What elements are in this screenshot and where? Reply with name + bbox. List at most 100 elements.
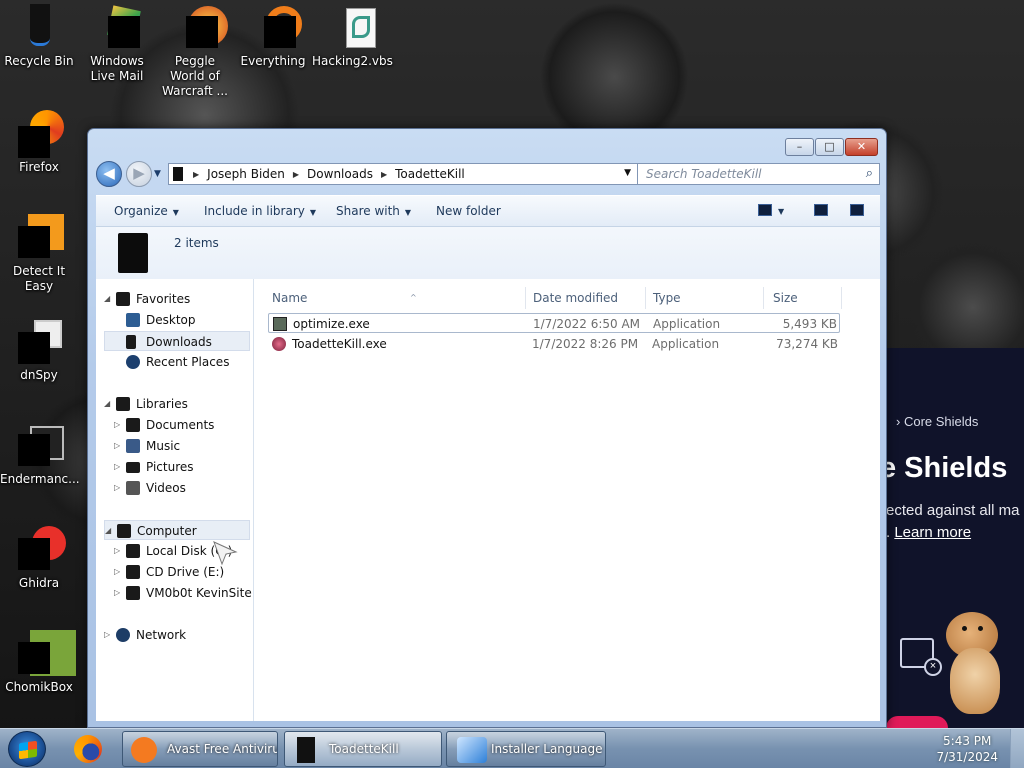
maximize-button[interactable]: □ (815, 138, 844, 156)
desktop-icon-label: Hacking2.vbs (312, 54, 393, 68)
file-row-optimize[interactable]: optimize.exe 1/7/2022 6:50 AM Applicatio… (268, 313, 840, 333)
collapsed-icon[interactable]: ▷ (114, 436, 120, 456)
include-in-library-menu[interactable]: Include in library ▼ (204, 204, 316, 218)
desktop-icon-detect-it-easy[interactable]: Detect It Easy (0, 214, 78, 294)
desktop-icon-firefox[interactable]: Firefox (0, 110, 78, 175)
recent-places-icon (126, 355, 140, 369)
new-folder-button[interactable]: New folder (436, 204, 501, 218)
search-placeholder: Search ToadetteKill (646, 167, 762, 181)
change-view-dropdown-icon[interactable]: ▼ (778, 207, 784, 216)
nav-videos[interactable]: ▷ Videos (104, 478, 250, 498)
column-header-size[interactable]: Size (773, 287, 839, 309)
desktop-icon-ghidra[interactable]: Ghidra (0, 526, 78, 591)
nav-network[interactable]: ▷ Network (104, 625, 250, 645)
nav-favorites[interactable]: ◢ Favorites (104, 289, 250, 309)
nav-computer[interactable]: ◢ Computer (104, 520, 250, 540)
nav-music[interactable]: ▷ Music (104, 436, 250, 456)
share-with-menu[interactable]: Share with ▼ (336, 204, 411, 218)
column-header-type[interactable]: Type (653, 287, 761, 309)
column-divider[interactable] (525, 287, 526, 309)
explorer-body: ◢ Favorites Desktop Downloads Recent Pla… (96, 279, 880, 721)
chevron-down-icon: ▼ (309, 208, 317, 217)
toadette-app-icon (272, 337, 286, 351)
desktop-icon-chomikbox[interactable]: ChomikBox (0, 630, 78, 695)
help-icon[interactable] (850, 204, 864, 216)
search-input[interactable]: Search ToadetteKill ⌕ (637, 163, 880, 185)
nav-documents[interactable]: ▷ Documents (104, 415, 250, 435)
breadcrumb-joseph-biden[interactable]: Joseph Biden (207, 167, 285, 181)
close-button[interactable]: ✕ (845, 138, 878, 156)
avast-breadcrumb[interactable]: › Core Shields (896, 414, 978, 429)
desktop-icon-recycle-bin[interactable]: Recycle Bin (0, 4, 78, 69)
folder-large-icon (118, 233, 148, 273)
breadcrumb-separator-icon[interactable]: ▶ (293, 170, 299, 179)
column-divider[interactable] (763, 287, 764, 309)
taskbar-item-avast[interactable]: Avast Free Antivirus (122, 731, 278, 767)
collapsed-icon[interactable]: ▷ (114, 583, 120, 603)
navigation-pane: ◢ Favorites Desktop Downloads Recent Pla… (96, 279, 254, 721)
search-icon[interactable]: ⌕ (866, 166, 873, 181)
hamster-mascot-image (942, 612, 1008, 716)
collapsed-icon[interactable]: ▷ (104, 625, 110, 645)
nav-pictures[interactable]: ▷ Pictures (104, 457, 250, 477)
preview-pane-icon[interactable] (814, 204, 828, 216)
desktop-icon-dnspy[interactable]: dnSpy (0, 318, 78, 383)
dnspy-icon (16, 318, 62, 364)
forward-button[interactable]: ▶ (126, 161, 152, 187)
taskbar-item-installer-language[interactable]: Installer Language (446, 731, 606, 767)
collapsed-icon[interactable]: ▷ (114, 478, 120, 498)
expanded-icon[interactable]: ◢ (104, 394, 110, 414)
desktop-icon-peggle[interactable]: Peggle World of Warcraft ... (156, 4, 234, 99)
taskbar-pinned-firefox[interactable] (62, 731, 116, 767)
organize-label: Organize (114, 204, 168, 218)
breadcrumb-downloads[interactable]: Downloads (307, 167, 373, 181)
file-name: optimize.exe (293, 317, 370, 331)
nav-downloads-label: Downloads (146, 335, 212, 349)
nav-recent-places[interactable]: Recent Places (104, 352, 250, 372)
collapsed-icon[interactable]: ▷ (114, 562, 120, 582)
minimize-icon: – (796, 140, 803, 153)
computer-icon (117, 524, 131, 538)
avast-learn-more-line: . Learn more (886, 524, 971, 541)
desktop-icon-hacking-vbs[interactable]: Hacking2.vbs (312, 4, 393, 69)
expanded-icon[interactable]: ◢ (104, 289, 110, 309)
nav-downloads[interactable]: Downloads (104, 331, 250, 351)
minimize-button[interactable]: – (785, 138, 814, 156)
show-desktop-button[interactable] (1010, 729, 1024, 768)
nav-desktop[interactable]: Desktop (104, 310, 250, 330)
nav-vm-share[interactable]: ▷ VM0b0t KevinSite (104, 583, 252, 603)
breadcrumb-separator-icon[interactable]: ▶ (381, 170, 387, 179)
taskbar-item-toadettekill[interactable]: ToadetteKill (284, 731, 442, 767)
collapsed-icon[interactable]: ▷ (114, 415, 120, 435)
file-row-toadettekill[interactable]: ToadetteKill.exe 1/7/2022 8:26 PM Applic… (268, 334, 840, 354)
expanded-icon[interactable]: ◢ (105, 521, 111, 541)
address-dropdown-icon[interactable]: ▼ (624, 168, 631, 178)
recent-pages-dropdown[interactable]: ▼ (154, 169, 161, 179)
column-header-name-label: Name (272, 291, 308, 305)
collapsed-icon[interactable]: ▷ (114, 457, 120, 477)
collapsed-icon[interactable]: ▷ (114, 541, 120, 561)
desktop-icon-label: Recycle Bin (4, 54, 74, 68)
column-header-date-modified[interactable]: Date modified (533, 287, 643, 309)
organize-menu[interactable]: Organize ▼ (114, 204, 179, 218)
nav-libraries-label: Libraries (136, 397, 188, 411)
back-button[interactable]: ◀ (96, 161, 122, 187)
desktop-icon-label: Detect It Easy (12, 264, 66, 293)
desktop-icon-label: Everything (240, 54, 306, 68)
breadcrumb-toadettekill[interactable]: ToadetteKill (395, 167, 465, 181)
desktop-icon-endermanch[interactable]: Endermanc... (0, 422, 80, 487)
learn-more-link[interactable]: Learn more (894, 524, 971, 541)
column-header-name[interactable]: Name ^ (272, 287, 524, 309)
desktop-icon-windows-live-mail[interactable]: Windows Live Mail (78, 4, 156, 84)
change-view-icon[interactable] (758, 204, 772, 216)
system-clock[interactable]: 5:43 PM 7/31/2024 (936, 733, 998, 765)
address-bar[interactable]: ▶ Joseph Biden ▶ Downloads ▶ ToadetteKil… (168, 163, 638, 185)
avast-description: ected against all ma (886, 502, 1020, 519)
column-divider[interactable] (645, 287, 646, 309)
libraries-icon (116, 397, 130, 411)
nav-libraries[interactable]: ◢ Libraries (104, 394, 250, 414)
breadcrumb-separator-icon[interactable]: ▶ (193, 170, 199, 179)
desktop-icon-everything[interactable]: Everything (234, 4, 312, 69)
column-divider[interactable] (841, 287, 842, 309)
start-button[interactable] (8, 731, 46, 767)
